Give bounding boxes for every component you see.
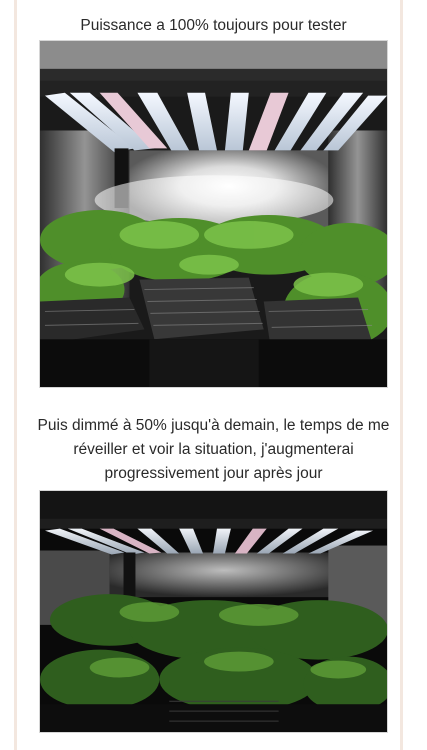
grow-tent-photo-graphic — [40, 41, 387, 387]
grow-tent-dimmed-photo[interactable] — [39, 490, 388, 733]
page-edge-right — [400, 0, 403, 750]
photo-caption-full-power: Puissance a 100% toujours pour tester — [80, 17, 347, 34]
grow-tent-full-power-photo[interactable] — [39, 40, 388, 388]
post-page: Puissance a 100% toujours pour tester Pu… — [0, 0, 427, 750]
grow-tent-photo-graphic — [40, 491, 387, 732]
photo-caption-dimmed: Puis dimmé à 50% jusqu'à demain, le temp… — [37, 417, 390, 482]
page-edge-left — [14, 0, 17, 750]
